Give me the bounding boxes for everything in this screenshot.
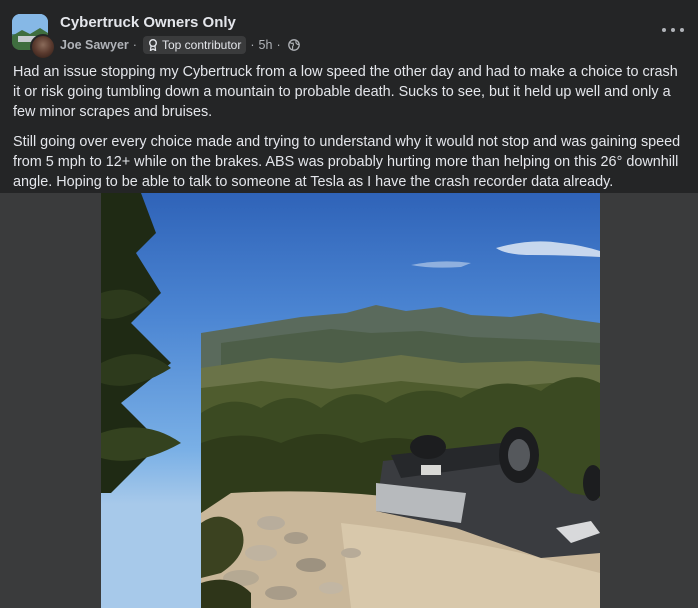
- meta-separator: ·: [250, 38, 255, 52]
- post-paragraph: Had an issue stopping my Cybertruck from…: [13, 64, 678, 120]
- crash-photo: [101, 193, 600, 608]
- badge-icon: [148, 39, 157, 51]
- post-paragraph: Still going over every choice made and t…: [13, 134, 681, 190]
- post-photo[interactable]: [101, 193, 600, 608]
- meta-separator: ·: [276, 38, 281, 52]
- avatar-group[interactable]: [12, 14, 56, 60]
- post-body: Had an issue stopping my Cybertruck from…: [13, 62, 688, 202]
- badge-label: Top contributor: [161, 38, 242, 52]
- post-card: Cybertruck Owners Only Joe Sawyer · Top …: [0, 0, 698, 608]
- group-name[interactable]: Cybertruck Owners Only: [60, 14, 236, 31]
- more-options-icon[interactable]: [662, 22, 684, 38]
- top-contributor-badge[interactable]: Top contributor: [142, 36, 247, 54]
- meta-separator: ·: [132, 38, 137, 52]
- post-header: Cybertruck Owners Only Joe Sawyer · Top …: [0, 0, 698, 62]
- globe-icon[interactable]: [287, 39, 300, 51]
- author-name[interactable]: Joe Sawyer: [60, 38, 129, 52]
- post-meta: Joe Sawyer · Top contributor · 5h ·: [60, 36, 300, 54]
- user-avatar[interactable]: [30, 34, 56, 60]
- post-time[interactable]: 5h: [259, 38, 273, 52]
- post-media[interactable]: [0, 193, 698, 608]
